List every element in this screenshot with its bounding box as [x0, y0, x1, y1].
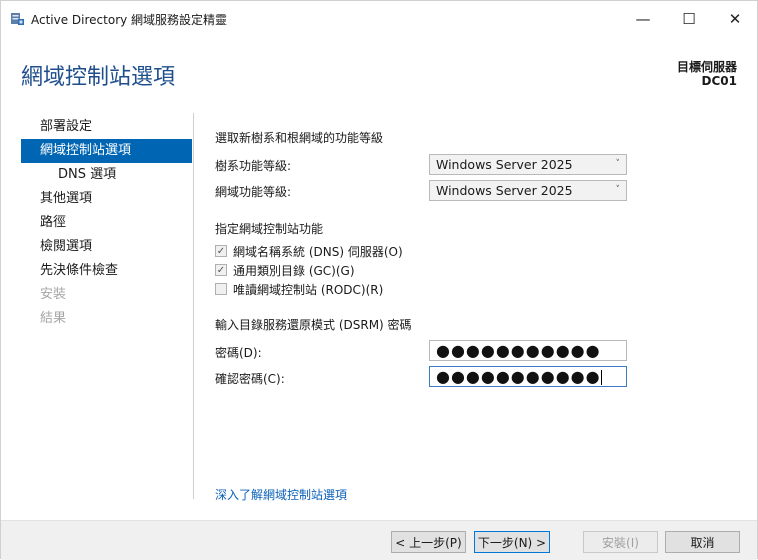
password-label: 密碼(D):: [215, 346, 262, 360]
rodc-label: 唯讀網域控制站 (RODC)(R): [233, 282, 384, 297]
next-button[interactable]: 下一步(N) >: [474, 531, 550, 553]
sidebar-item-installation: 安裝: [40, 287, 67, 302]
dsrm-heading: 輸入目錄服務還原模式 (DSRM) 密碼: [215, 318, 412, 332]
global-catalog-checkbox-row[interactable]: ✓ 通用類別目錄 (GC)(G): [215, 261, 355, 279]
sidebar-item-deployment-configuration[interactable]: 部署設定: [21, 115, 192, 139]
maximize-button[interactable]: ☐: [666, 1, 712, 37]
checkmark-icon: ✓: [216, 245, 226, 257]
checkbox-checked[interactable]: ✓: [215, 245, 227, 257]
forest-level-label: 樹系功能等級:: [215, 159, 292, 173]
chevron-down-icon: ˅: [615, 159, 621, 169]
dc-capabilities-heading: 指定網域控制站功能: [215, 222, 324, 236]
global-catalog-label: 通用類別目錄 (GC)(G): [233, 263, 355, 278]
confirm-password-label: 確認密碼(C):: [215, 372, 285, 386]
domain-level-select[interactable]: Windows Server 2025 ˅: [429, 180, 627, 201]
checkbox-unchecked[interactable]: [215, 283, 227, 295]
domain-level-label: 網域功能等級:: [215, 185, 292, 199]
forest-level-select[interactable]: Windows Server 2025 ˅: [429, 154, 627, 175]
forest-level-value: Windows Server 2025: [436, 157, 573, 172]
server-manager-icon: [11, 13, 24, 25]
sidebar-item-dns-options[interactable]: DNS 選項: [21, 163, 192, 187]
text-caret: [600, 370, 602, 385]
checkmark-icon: ✓: [216, 264, 226, 276]
title-bar: Active Directory 網域服務設定精靈 — ☐ ✕: [1, 1, 757, 37]
sidebar-item-prerequisites-check[interactable]: 先決條件檢查: [21, 259, 192, 283]
confirm-password-field[interactable]: ●●●●●●●●●●●: [429, 366, 627, 387]
learn-more-link[interactable]: 深入了解網域控制站選項: [215, 486, 347, 503]
close-button[interactable]: ✕: [712, 1, 758, 37]
functional-level-heading: 選取新樹系和根網域的功能等級: [215, 131, 384, 145]
wizard-window: Active Directory 網域服務設定精靈 — ☐ ✕ 網域控制站選項 …: [0, 0, 758, 560]
chevron-down-icon: ˅: [615, 185, 621, 195]
sidebar-item-results: 結果: [40, 311, 67, 326]
dns-server-checkbox-row[interactable]: ✓ 網域名稱系統 (DNS) 伺服器(O): [215, 242, 403, 260]
dns-server-label: 網域名稱系統 (DNS) 伺服器(O): [233, 244, 403, 259]
page-title: 網域控制站選項: [21, 65, 176, 90]
install-button: 安裝(I): [583, 531, 658, 553]
sidebar-item-paths[interactable]: 路徑: [21, 211, 192, 235]
wizard-footer: < 上一步(P) 下一步(N) > 安裝(I) 取消: [1, 520, 757, 560]
password-field[interactable]: ●●●●●●●●●●●: [429, 340, 627, 361]
sidebar-item-review-options[interactable]: 檢閱選項: [21, 235, 192, 259]
target-server-label: 目標伺服器: [676, 60, 737, 74]
confirm-password-value: ●●●●●●●●●●●: [436, 367, 601, 386]
minimize-button[interactable]: —: [620, 1, 666, 37]
sidebar-item-additional-options[interactable]: 其他選項: [21, 187, 192, 211]
wizard-steps-sidebar: 部署設定 網域控制站選項 DNS 選項 其他選項 路徑 檢閱選項 先決條件檢查 …: [21, 115, 192, 331]
sidebar-divider: [193, 113, 194, 499]
previous-button[interactable]: < 上一步(P): [391, 531, 466, 553]
target-server-name: DC01: [701, 74, 737, 88]
domain-level-value: Windows Server 2025: [436, 183, 573, 198]
window-title: Active Directory 網域服務設定精靈: [31, 13, 228, 27]
cancel-button[interactable]: 取消: [665, 531, 740, 553]
sidebar-item-dc-options[interactable]: 網域控制站選項: [21, 139, 192, 163]
checkbox-checked[interactable]: ✓: [215, 264, 227, 276]
rodc-checkbox-row[interactable]: 唯讀網域控制站 (RODC)(R): [215, 280, 383, 298]
